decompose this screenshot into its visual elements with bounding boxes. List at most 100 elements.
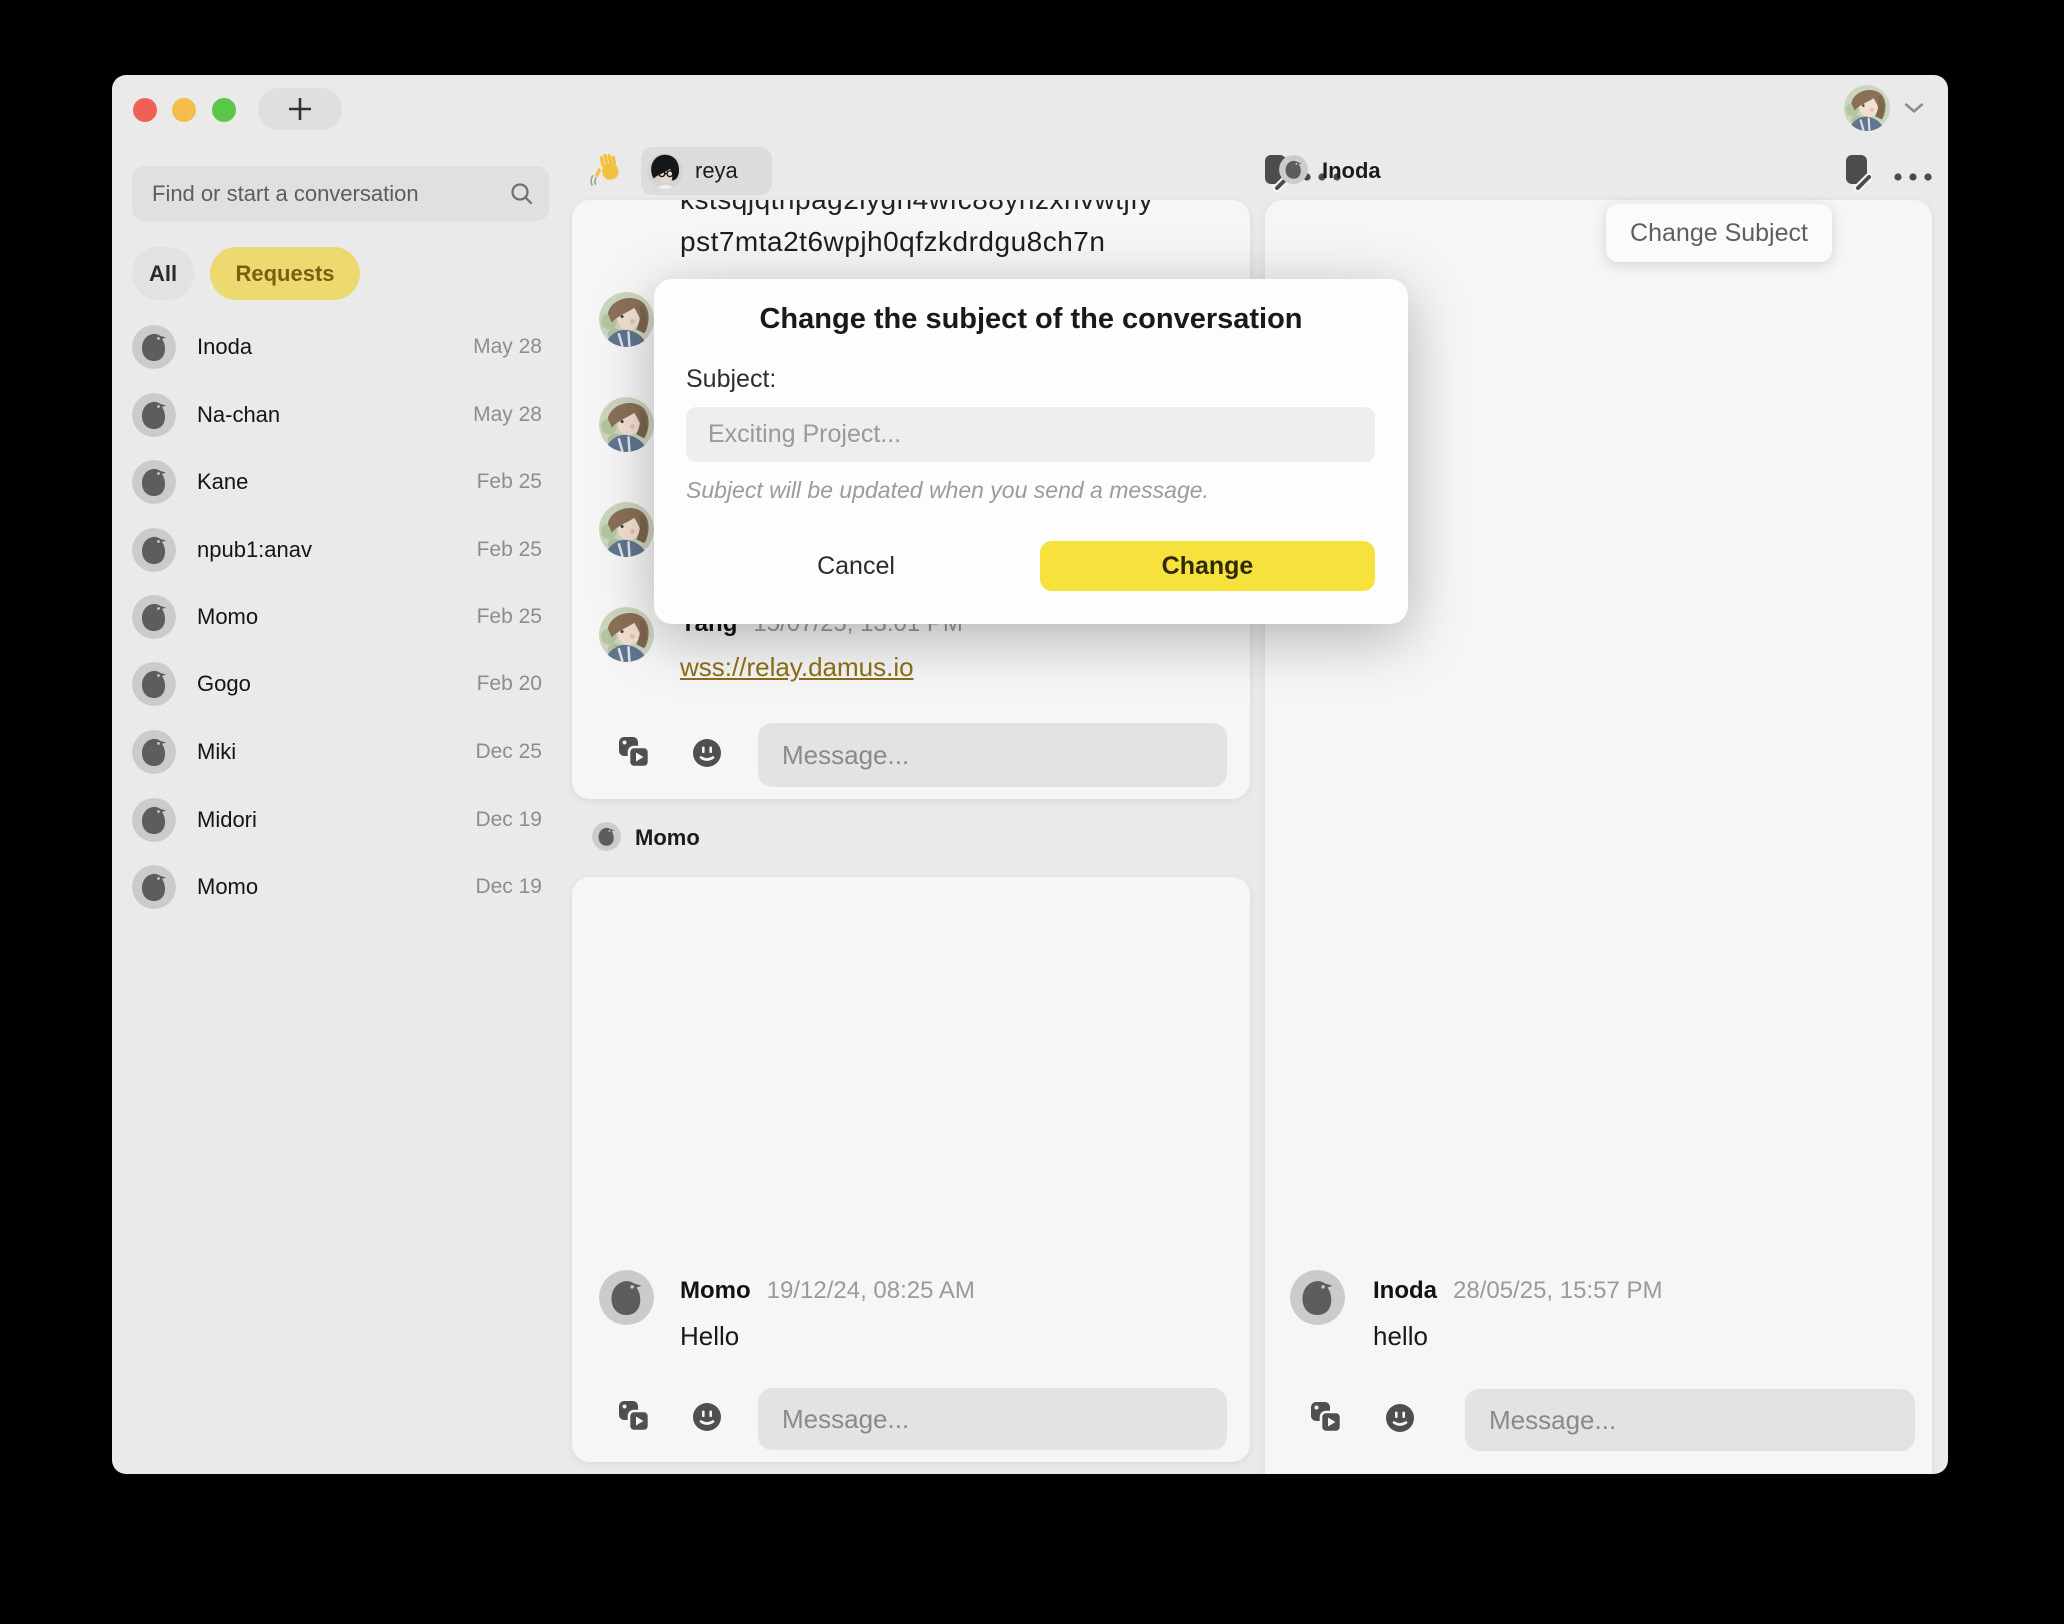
bird-avatar-glyph <box>1290 1270 1345 1325</box>
conversation-row[interactable]: Momo Feb 25 <box>132 595 549 639</box>
media-glyph <box>616 734 652 770</box>
conversation-date: May 28 <box>473 393 542 437</box>
conversation-name: Kane <box>197 460 248 504</box>
user-menu[interactable] <box>1844 83 1944 133</box>
conversation-date: Feb 25 <box>477 528 542 572</box>
cancel-button[interactable]: Cancel <box>772 541 940 591</box>
wave-icon <box>590 152 626 193</box>
conversation-name: npub1:anav <box>197 528 312 572</box>
chat-title-momo: Momo <box>635 825 700 851</box>
change-button[interactable]: Change <box>1040 541 1375 591</box>
bird-avatar-glyph <box>592 822 621 851</box>
chat-title-reya[interactable]: reya <box>641 147 772 195</box>
relay-link[interactable]: wss://relay.damus.io <box>680 652 914 683</box>
conversation-row[interactable]: Gogo Feb 20 <box>132 662 549 706</box>
message-input[interactable] <box>1465 1389 1915 1451</box>
conversation-name: Inoda <box>197 325 252 369</box>
note-edit-glyph <box>1843 152 1873 192</box>
conversation-row[interactable]: Momo Dec 19 <box>132 865 549 909</box>
bird-avatar <box>132 730 176 774</box>
emoji-picker-icon[interactable] <box>692 738 722 771</box>
chevron-down-icon <box>1904 102 1924 114</box>
conversation-date: Dec 19 <box>475 798 542 842</box>
girl-avatar-glyph <box>599 397 654 452</box>
change-subject-tooltip: Change Subject <box>1606 204 1832 262</box>
girl-avatar-glyph <box>599 292 654 347</box>
bird-avatar <box>1279 155 1308 184</box>
conversation-row[interactable]: Midori Dec 19 <box>132 798 549 842</box>
tab-requests[interactable]: Requests <box>210 247 360 300</box>
bird-avatar <box>132 460 176 504</box>
conversation-row[interactable]: Inoda May 28 <box>132 325 549 369</box>
conversation-name: Gogo <box>197 662 251 706</box>
attach-media-icon[interactable] <box>616 1398 652 1437</box>
bird-avatar-glyph <box>132 325 176 369</box>
bird-avatar <box>132 393 176 437</box>
ellipsis-glyph <box>1893 172 1933 182</box>
plus-icon <box>286 95 314 123</box>
conversation-date: Dec 19 <box>475 865 542 909</box>
search-field <box>132 166 549 221</box>
tab-all[interactable]: All <box>132 247 194 300</box>
new-tab-button[interactable] <box>258 88 342 130</box>
search-input[interactable] <box>132 166 549 221</box>
chat-title-label: reya <box>695 158 738 184</box>
message-avatar <box>599 397 654 452</box>
attach-media-icon[interactable] <box>616 734 652 773</box>
conversation-row[interactable]: npub1:anav Feb 25 <box>132 528 549 572</box>
chat-menu-icon[interactable] <box>1893 170 1933 185</box>
minimize-button[interactable] <box>172 98 196 122</box>
reya-avatar <box>647 153 683 189</box>
subject-note: Subject will be updated when you send a … <box>686 477 1209 504</box>
message-time: 19/12/24, 08:25 AM <box>767 1277 975 1304</box>
subject-label: Subject: <box>686 365 776 394</box>
message-avatar <box>599 502 654 557</box>
dialog-title: Change the subject of the conversation <box>654 303 1408 336</box>
message-input[interactable] <box>758 723 1227 787</box>
bird-avatar <box>132 865 176 909</box>
attach-media-icon[interactable] <box>1308 1399 1344 1438</box>
change-subject-icon[interactable] <box>1843 152 1873 195</box>
zoom-button[interactable] <box>212 98 236 122</box>
bird-avatar-glyph <box>1279 155 1308 184</box>
girl-avatar-glyph <box>1844 85 1890 131</box>
chat-title-inoda: Inoda <box>1322 158 1381 184</box>
subject-input[interactable] <box>686 407 1375 462</box>
bird-avatar <box>1290 1270 1345 1325</box>
bird-avatar <box>132 662 176 706</box>
conversation-date: May 28 <box>473 325 542 369</box>
girl-avatar-glyph <box>599 502 654 557</box>
bird-avatar-glyph <box>132 865 176 909</box>
conversation-row[interactable]: Kane Feb 25 <box>132 460 549 504</box>
bird-avatar <box>132 528 176 572</box>
message-text: Hello <box>680 1321 739 1352</box>
close-button[interactable] <box>133 98 157 122</box>
conversation-name: Na-chan <box>197 393 280 437</box>
bird-avatar-glyph <box>132 595 176 639</box>
message-avatar <box>599 292 654 347</box>
conversation-date: Dec 25 <box>475 730 542 774</box>
bird-avatar <box>599 1270 654 1325</box>
chat-panel-momo: Momo19/12/24, 08:25 AM Hello <box>572 877 1250 1462</box>
media-glyph <box>616 1398 652 1434</box>
clipped-message-line: kstsqjqtnpag2lygn4wfc88ynzxnvwtjfy <box>680 200 1220 216</box>
bird-avatar-glyph <box>132 798 176 842</box>
message-text: hello <box>1373 1321 1428 1352</box>
message-input[interactable] <box>758 1388 1227 1450</box>
app-window: All Requests Inoda May 28 Na-chan May 28… <box>112 75 1948 1474</box>
conversation-row[interactable]: Na-chan May 28 <box>132 393 549 437</box>
user-avatar[interactable] <box>1844 85 1890 131</box>
change-subject-dialog: Change the subject of the conversation S… <box>654 279 1408 624</box>
message-meta: Momo19/12/24, 08:25 AM <box>680 1277 975 1305</box>
conversation-row[interactable]: Miki Dec 25 <box>132 730 549 774</box>
emoji-picker-icon[interactable] <box>1385 1403 1415 1436</box>
npub-message-line: pst7mta2t6wpjh0qfzkdrdgu8ch7n <box>680 226 1105 258</box>
bird-avatar-glyph <box>132 730 176 774</box>
conversation-name: Momo <box>197 865 258 909</box>
bird-avatar-glyph <box>132 528 176 572</box>
emoji-picker-icon[interactable] <box>692 1402 722 1435</box>
bird-avatar-glyph <box>132 460 176 504</box>
conversation-name: Miki <box>197 730 236 774</box>
emoji-glyph <box>692 738 722 768</box>
message-time: 28/05/25, 15:57 PM <box>1453 1277 1662 1304</box>
